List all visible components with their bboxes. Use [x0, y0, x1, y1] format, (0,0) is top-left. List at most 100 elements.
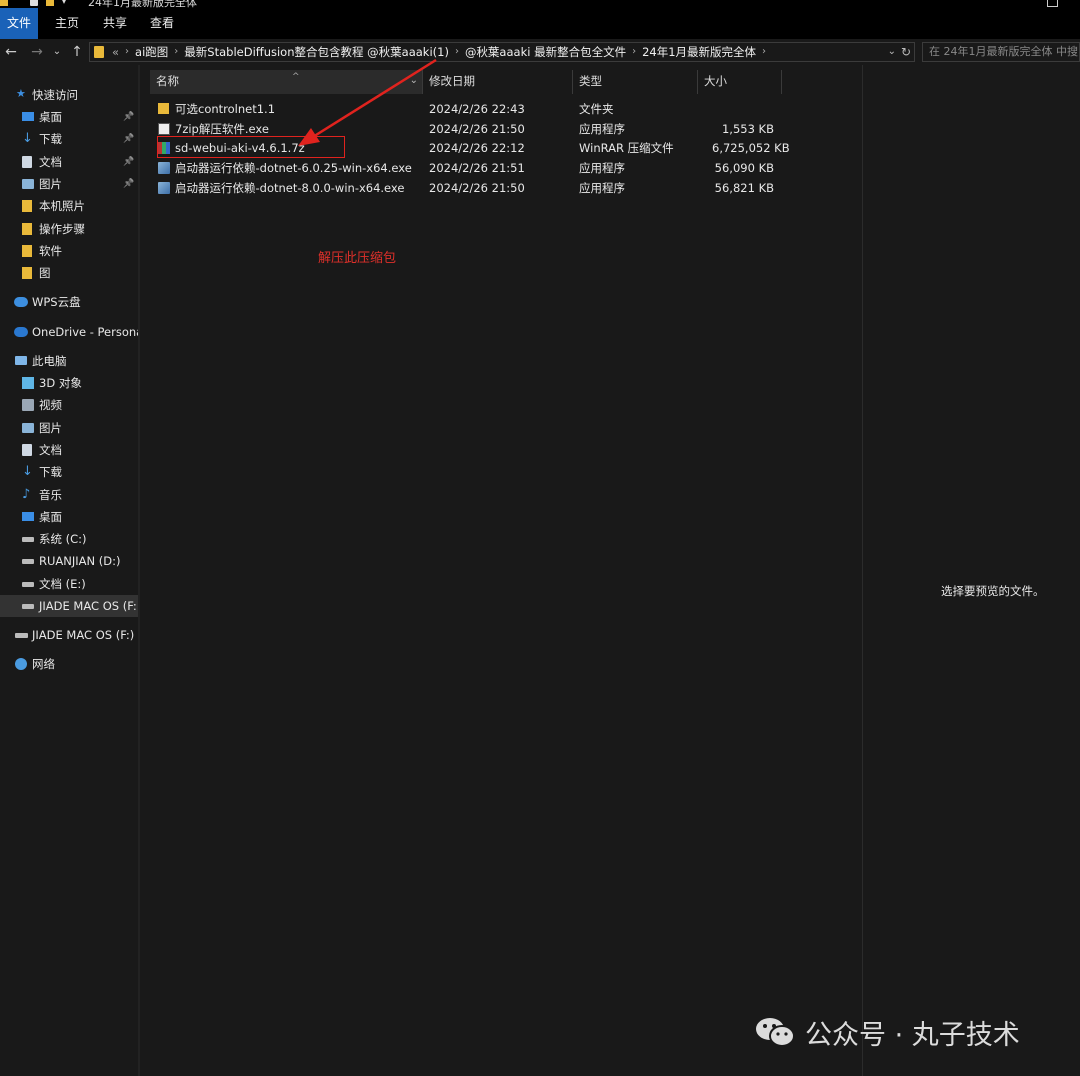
breadcrumb-item[interactable]: 24年1月最新版完全体: [642, 43, 756, 61]
window-title: 24年1月最新版完全体: [88, 0, 197, 8]
forward-icon[interactable]: →: [28, 42, 46, 62]
preview-pane: 选择要预览的文件。: [862, 65, 1080, 1076]
download-icon: ↓: [22, 464, 33, 480]
tab-share[interactable]: 共享: [94, 8, 136, 39]
sidebar-item-pc-5[interactable]: ♪ 音乐: [0, 484, 138, 506]
sidebar-item-pc-8[interactable]: RUANJIAN (D:): [0, 550, 138, 572]
file-name: 启动器运行依赖-dotnet-6.0.25-win-x64.exe: [175, 161, 412, 176]
chevron-right-icon[interactable]: ›: [455, 43, 459, 61]
sidebar-item-pc-9[interactable]: 文档 (E:): [0, 573, 138, 595]
up-icon[interactable]: ↑: [68, 42, 86, 62]
properties-icon[interactable]: [30, 0, 38, 6]
file-row[interactable]: 可选controlnet1.1 2024/2/26 22:43 文件夹: [152, 99, 852, 119]
sidebar-item-external-drive[interactable]: JIADE MAC OS (F:): [0, 624, 138, 646]
sidebar-item-quick-access[interactable]: ★ 快速访问: [0, 84, 138, 106]
file-date: 2024/2/26 22:12: [429, 141, 525, 156]
sidebar-item-quick-2[interactable]: 文档 📌: [0, 151, 138, 173]
sidebar-item-pc-0[interactable]: 3D 对象: [0, 372, 138, 394]
sidebar-item-label: 系统 (C:): [39, 532, 87, 547]
sidebar-item-pc-2[interactable]: 图片: [0, 417, 138, 439]
sidebar-item-pc-6[interactable]: 桌面: [0, 506, 138, 528]
file-row[interactable]: 启动器运行依赖-dotnet-6.0.25-win-x64.exe 2024/2/…: [152, 158, 852, 178]
sidebar-item-label: 音乐: [39, 487, 62, 502]
sidebar-item-pc-4[interactable]: ↓ 下载: [0, 461, 138, 483]
column-header-name[interactable]: 名称 ^ ⌄: [150, 70, 423, 94]
chevron-down-icon[interactable]: ⌄: [50, 42, 64, 62]
folder-icon: [22, 267, 32, 280]
address-bar[interactable]: « › ai跑图 › 最新StableDiffusion整合包含教程 @秋葉aa…: [89, 42, 915, 62]
refresh-icon[interactable]: ↻: [901, 43, 911, 61]
new-folder-icon[interactable]: [46, 0, 54, 6]
file-name: 可选controlnet1.1: [175, 102, 276, 116]
chevron-down-icon[interactable]: ▾: [62, 0, 66, 6]
desktop-icon: [22, 511, 34, 521]
computer-icon: [15, 356, 27, 365]
cube-icon: [22, 377, 34, 389]
search-input[interactable]: 在 24年1月最新版完全体 中搜: [922, 42, 1080, 62]
download-icon: ↓: [22, 131, 33, 147]
sidebar-item-wps[interactable]: WPS云盘: [0, 291, 138, 313]
tab-view[interactable]: 查看: [140, 8, 184, 39]
sidebar-item-label: 图: [39, 266, 51, 281]
sidebar-item-this-pc[interactable]: 此电脑: [0, 350, 138, 372]
sidebar-item-quick-1[interactable]: ↓ 下载 📌: [0, 128, 138, 150]
file-type: 应用程序: [579, 161, 625, 176]
maximize-icon[interactable]: [1047, 0, 1058, 7]
watermark: 公众号 · 丸子技术: [755, 1012, 1020, 1052]
breadcrumb-overflow[interactable]: «: [112, 43, 119, 61]
pin-icon[interactable]: 📌: [123, 173, 134, 195]
chevron-right-icon[interactable]: ›: [762, 43, 766, 61]
sidebar-item-label: JIADE MAC OS (F:: [39, 599, 137, 613]
sidebar-item-network[interactable]: 网络: [0, 653, 138, 675]
column-header-type[interactable]: 类型: [573, 70, 698, 94]
sidebar-item-label: 图片: [39, 420, 62, 435]
star-icon: ★: [16, 87, 26, 100]
sidebar-item-pc-10[interactable]: JIADE MAC OS (F:: [0, 595, 138, 617]
sidebar-item-pc-3[interactable]: 文档: [0, 439, 138, 461]
file-row[interactable]: 启动器运行依赖-dotnet-8.0.0-win-x64.exe 2024/2/2…: [152, 178, 852, 198]
breadcrumb-item[interactable]: ai跑图: [135, 43, 168, 61]
file-type: 文件夹: [579, 102, 614, 116]
file-list: 名称 ^ ⌄ 修改日期 类型 大小 可选controlnet1.1 2024/2/…: [140, 65, 862, 1076]
quick-access-toolbar: ▾: [0, 0, 66, 8]
column-header-date[interactable]: 修改日期: [423, 70, 573, 94]
ribbon: 文件 主页 共享 查看: [0, 8, 1080, 39]
chevron-down-icon[interactable]: ⌄: [410, 70, 418, 92]
sidebar-item-quick-4[interactable]: 本机照片: [0, 195, 138, 217]
annotation-text: 解压此压缩包: [318, 251, 397, 266]
pin-icon[interactable]: 📌: [123, 151, 134, 173]
back-icon[interactable]: ←: [2, 42, 20, 62]
file-size: 6,725,052 KB: [712, 141, 790, 156]
sidebar-item-pc-7[interactable]: 系统 (C:): [0, 528, 138, 550]
tab-home[interactable]: 主页: [46, 8, 88, 39]
column-header-row: 名称 ^ ⌄ 修改日期 类型 大小: [140, 70, 862, 94]
file-size: 56,090 KB: [714, 161, 774, 176]
sidebar-item-pc-1[interactable]: 视频: [0, 394, 138, 416]
sidebar-item-onedrive[interactable]: OneDrive - Persona: [0, 321, 138, 343]
tab-file[interactable]: 文件: [0, 8, 38, 39]
document-icon: [22, 443, 32, 456]
chevron-down-icon[interactable]: ⌄: [888, 43, 896, 61]
chevron-right-icon[interactable]: ›: [174, 43, 178, 61]
picture-icon: [22, 422, 34, 433]
pin-icon[interactable]: 📌: [123, 106, 134, 128]
breadcrumb-item[interactable]: 最新StableDiffusion整合包含教程 @秋葉aaaki(1): [184, 43, 449, 61]
chevron-right-icon[interactable]: ›: [125, 43, 129, 61]
sidebar-item-quick-0[interactable]: 桌面 📌: [0, 106, 138, 128]
pin-icon[interactable]: 📌: [123, 128, 134, 150]
sidebar-item-quick-3[interactable]: 图片 📌: [0, 173, 138, 195]
sidebar-item-quick-5[interactable]: 操作步骤: [0, 218, 138, 240]
chevron-right-icon[interactable]: ›: [632, 43, 636, 61]
sidebar-item-quick-7[interactable]: 图: [0, 262, 138, 284]
sidebar-item-label: 3D 对象: [39, 376, 82, 390]
watermark-text: 公众号 · 丸子技术: [805, 1019, 1020, 1051]
folder-icon: [22, 200, 32, 213]
column-header-size[interactable]: 大小: [698, 70, 782, 94]
installer-icon: [158, 162, 170, 175]
sidebar-item-label: 软件: [39, 243, 62, 258]
sidebar-item-quick-6[interactable]: 软件: [0, 240, 138, 262]
drive-icon: [15, 633, 28, 638]
navigation-pane: ★ 快速访问 桌面 📌 ↓ 下载 📌 文档 📌 图片 📌 本机照片 操作步骤 软件图 WPS云盘 On…: [0, 65, 138, 1076]
breadcrumb-item[interactable]: @秋葉aaaki 最新整合包全文件: [465, 43, 626, 61]
sidebar-item-label: 下载: [39, 132, 62, 147]
